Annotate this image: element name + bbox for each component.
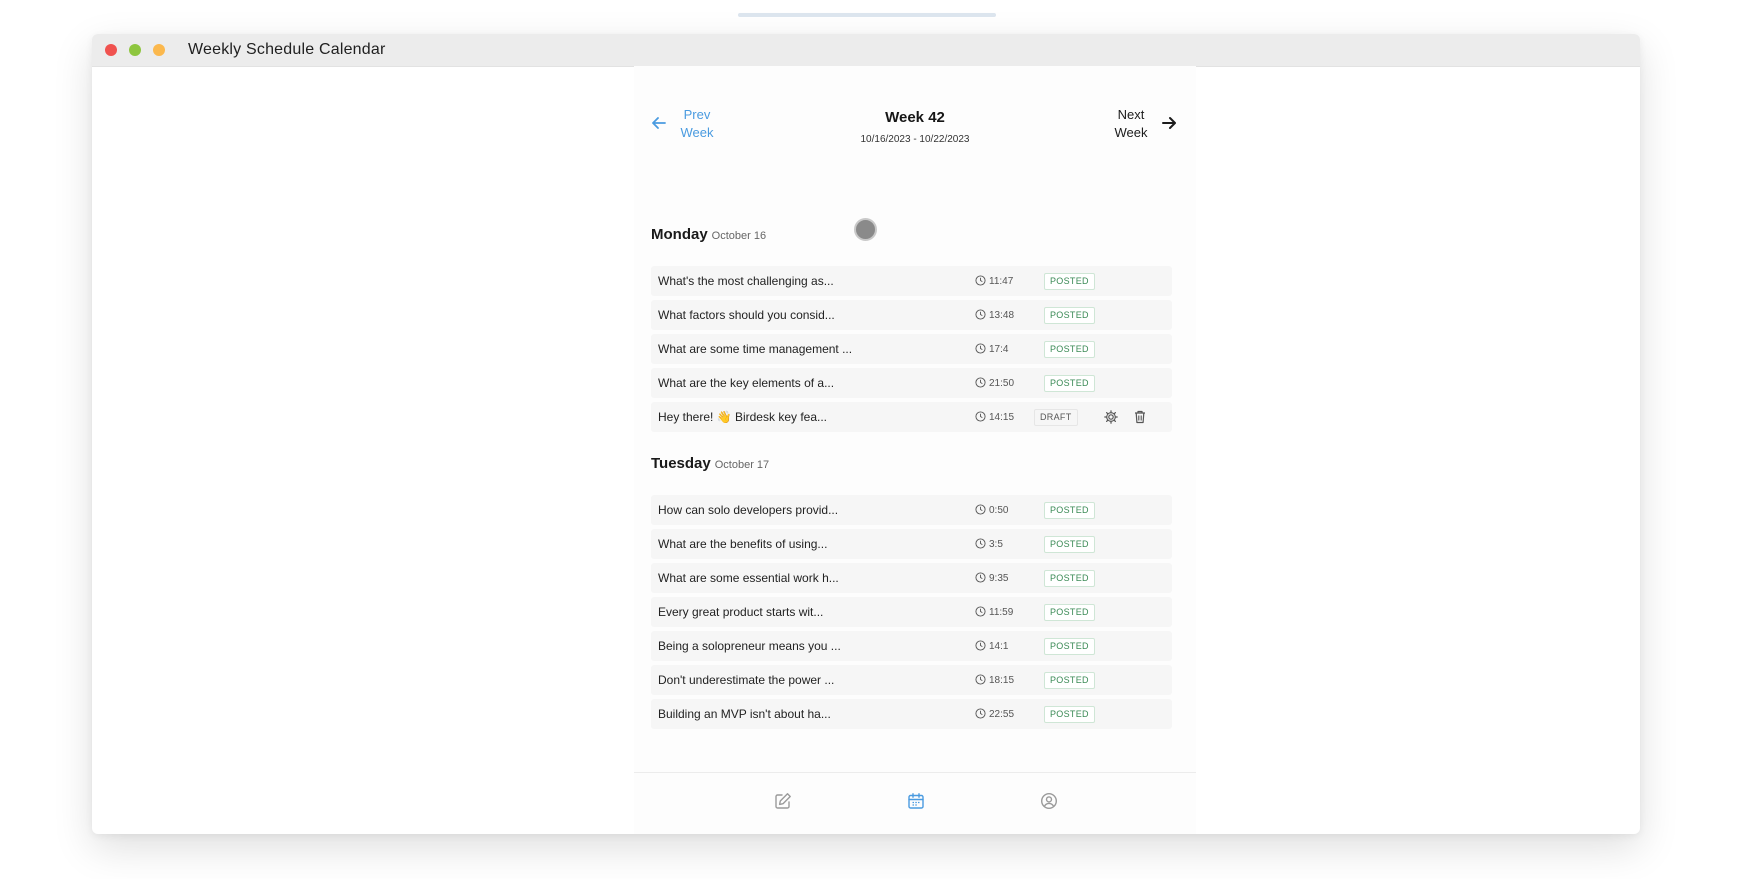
post-row[interactable]: How can solo developers provid... 0:50 P… [651,495,1172,525]
post-row-draft[interactable]: Hey there! 👋 Birdesk key fea... 14:15 DR… [651,402,1172,432]
post-text: How can solo developers provid... [658,503,839,517]
gear-icon[interactable] [1103,409,1119,425]
close-window-button[interactable] [105,44,117,56]
day-date: October 16 [711,230,767,242]
post-time: 18:15 [975,674,1014,686]
clock-icon [975,411,986,422]
post-time-value: 17:4 [989,344,1009,355]
post-time-value: 13:48 [989,310,1015,321]
post-text: What are some essential work h... [658,571,839,585]
title-bar: Weekly Schedule Calendar [92,34,1640,67]
user-circle-icon[interactable] [1039,791,1059,811]
post-text: What are some time management ... [658,342,853,356]
post-row[interactable]: What's the most challenging as... 11:47 … [651,266,1172,296]
post-time-value: 14:1 [989,641,1009,652]
post-row[interactable]: What factors should you consid... 13:48 … [651,300,1172,330]
post-time: 14:1 [975,640,1008,652]
status-badge: POSTED [1044,570,1095,587]
bottom-tab-bar [634,772,1196,834]
post-time: 17:4 [975,343,1008,355]
clock-icon [975,377,986,388]
status-badge: POSTED [1044,273,1095,290]
post-text: What are the key elements of a... [658,376,835,390]
post-time-value: 11:47 [989,276,1014,287]
next-week-button[interactable]: Next Week [1098,106,1178,146]
post-row[interactable]: What are the key elements of a... 21:50 … [651,368,1172,398]
post-time: 11:47 [975,275,1013,287]
post-time-value: 9:35 [989,573,1009,584]
post-text: Don't underestimate the power ... [658,673,835,687]
post-text: What are the benefits of using... [658,537,828,551]
day-header-monday: Monday October 16 [651,226,766,243]
schedule-panel: Prev Week Week 42 10/16/2023 - 10/22/202… [634,66,1196,834]
post-row[interactable]: What are some essential work h... 9:35 P… [651,563,1172,593]
clock-icon [975,708,986,719]
post-row[interactable]: Being a solopreneur means you ... 14:1 P… [651,631,1172,661]
post-text: What's the most challenging as... [658,274,834,288]
post-time-value: 22:55 [989,709,1015,720]
status-badge: POSTED [1044,375,1095,392]
app-window: Weekly Schedule Calendar Prev Week Week … [92,34,1640,834]
edit-icon[interactable] [773,791,793,811]
status-badge: POSTED [1044,638,1095,655]
post-time: 14:15 [975,411,1014,423]
post-row[interactable]: What are some time management ... 17:4 P… [651,334,1172,364]
post-time: 11:59 [975,606,1013,618]
clock-icon [975,504,986,515]
clock-icon [975,309,986,320]
status-badge: POSTED [1044,502,1095,519]
post-time-value: 14:15 [989,412,1015,423]
post-time: 22:55 [975,708,1014,720]
post-time-value: 0:50 [989,505,1009,516]
top-scroll-indicator [738,13,996,17]
next-week-label-line2: Week [1114,125,1148,140]
next-week-label-line1: Next [1117,107,1145,122]
minimize-window-button[interactable] [153,44,165,56]
clock-icon [975,343,986,354]
clock-icon [975,572,986,583]
post-text: Every great product starts wit... [658,605,824,619]
post-row[interactable]: Every great product starts wit... 11:59 … [651,597,1172,627]
post-time: 3:5 [975,538,1003,550]
status-badge: POSTED [1044,604,1095,621]
status-badge: POSTED [1044,536,1095,553]
post-time: 9:35 [975,572,1008,584]
day-name: Monday [651,226,708,243]
post-time: 21:50 [975,377,1014,389]
post-time-value: 18:15 [989,675,1015,686]
post-text: What factors should you consid... [658,308,835,322]
post-text: Hey there! 👋 Birdesk key fea... [658,410,828,424]
clock-icon [975,674,986,685]
status-badge: POSTED [1044,341,1095,358]
post-row[interactable]: What are the benefits of using... 3:5 PO… [651,529,1172,559]
day-date: October 17 [714,459,770,471]
clock-icon [975,538,986,549]
window-title: Weekly Schedule Calendar [188,41,386,58]
post-text: Building an MVP isn't about ha... [658,707,831,721]
post-time-value: 3:5 [989,539,1003,550]
clock-icon [975,606,986,617]
calendar-icon[interactable] [906,791,926,811]
clock-icon [975,640,986,651]
post-row[interactable]: Building an MVP isn't about ha... 22:55 … [651,699,1172,729]
week-navigation: Prev Week Week 42 10/16/2023 - 10/22/202… [634,66,1196,206]
day-name: Tuesday [651,455,711,472]
clock-icon [975,275,986,286]
post-time: 13:48 [975,309,1014,321]
post-time-value: 11:59 [989,607,1014,618]
post-time-value: 21:50 [989,378,1015,389]
next-week-label: Next Week [1106,106,1156,142]
status-badge: DRAFT [1034,409,1078,426]
mouse-cursor [854,218,877,241]
trash-icon[interactable] [1132,409,1148,425]
maximize-window-button[interactable] [129,44,141,56]
status-badge: POSTED [1044,307,1095,324]
post-time: 0:50 [975,504,1008,516]
post-text: Being a solopreneur means you ... [658,639,841,653]
arrow-right-icon [1162,117,1176,129]
day-header-tuesday: Tuesday October 17 [651,455,769,472]
post-row[interactable]: Don't underestimate the power ... 18:15 … [651,665,1172,695]
status-badge: POSTED [1044,706,1095,723]
status-badge: POSTED [1044,672,1095,689]
